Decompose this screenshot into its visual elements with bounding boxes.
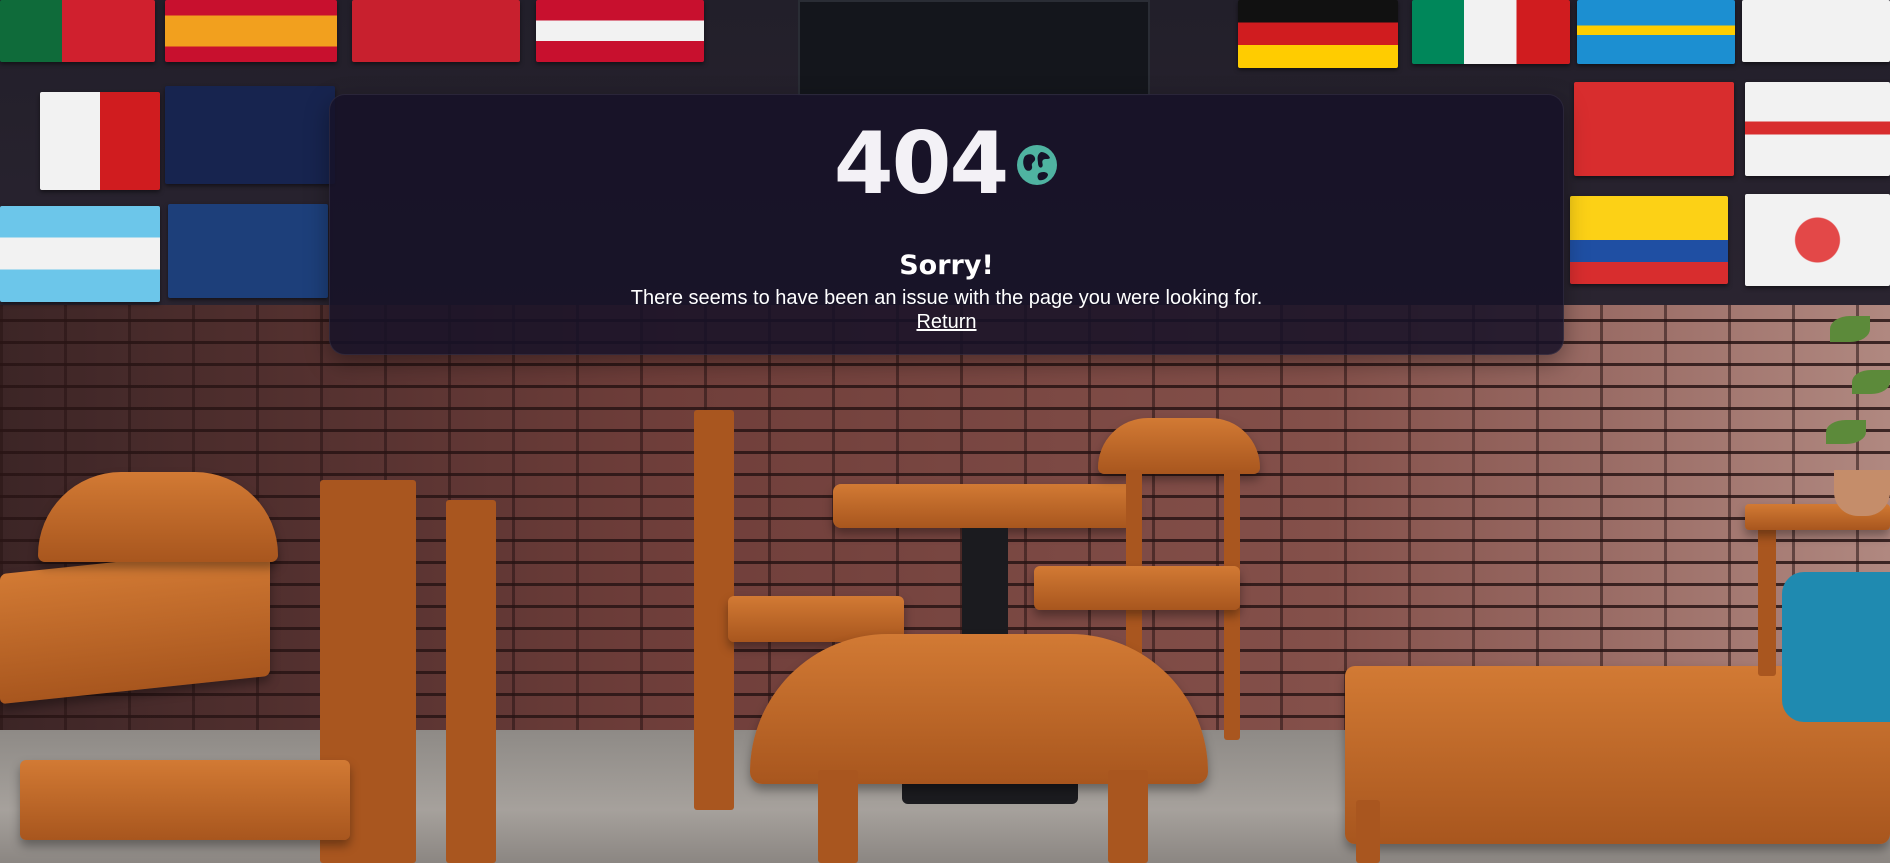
- side-table-leg: [1758, 516, 1776, 676]
- error-code-row: 404: [330, 119, 1563, 209]
- chair-right-seat: [1034, 566, 1240, 610]
- flag-argentina: [0, 206, 160, 302]
- flag-germany: [1238, 0, 1398, 68]
- flag-mexico: [1412, 0, 1570, 64]
- flag-spain: [165, 0, 337, 62]
- front-chair-leg-2: [1108, 770, 1148, 863]
- return-link-label[interactable]: Return: [916, 311, 976, 333]
- plant-leaf: [1826, 420, 1866, 444]
- error-card: 404 Sorry! There seems to have been an i…: [329, 94, 1564, 355]
- tv-screen: [798, 0, 1150, 96]
- flag-sweden: [1577, 0, 1735, 64]
- right-table-leg: [1356, 800, 1380, 863]
- plant-pot: [1834, 470, 1890, 516]
- error-message: There seems to have been an issue with t…: [630, 287, 1263, 309]
- error-code: 404: [833, 114, 1010, 214]
- front-chair-back: [750, 634, 1208, 784]
- chair-right-back: [1098, 418, 1260, 474]
- chair-frame-left-2: [446, 500, 496, 863]
- flag-colombia: [1570, 196, 1728, 284]
- flag-japan: [1745, 194, 1890, 286]
- return-link[interactable]: Return: [330, 310, 1563, 334]
- globe-icon: [1017, 145, 1058, 185]
- flag-portugal: [0, 0, 155, 62]
- flag-austria: [536, 0, 704, 62]
- front-chair-leg: [818, 770, 858, 863]
- round-table-top: [833, 484, 1135, 528]
- error-title: Sorry!: [899, 250, 994, 281]
- flag-england: [1745, 82, 1890, 176]
- flag-tunisia: [1574, 82, 1734, 176]
- plant-leaf: [1830, 316, 1870, 342]
- blue-sofa: [1782, 572, 1890, 722]
- flag-peru: [40, 92, 160, 190]
- flag-red: [352, 0, 520, 62]
- flag-iceland: [168, 204, 328, 298]
- plant-leaf: [1852, 370, 1890, 394]
- flag-korea: [1742, 0, 1890, 62]
- flag-australia: [165, 86, 335, 184]
- chair-seat-left: [20, 760, 350, 840]
